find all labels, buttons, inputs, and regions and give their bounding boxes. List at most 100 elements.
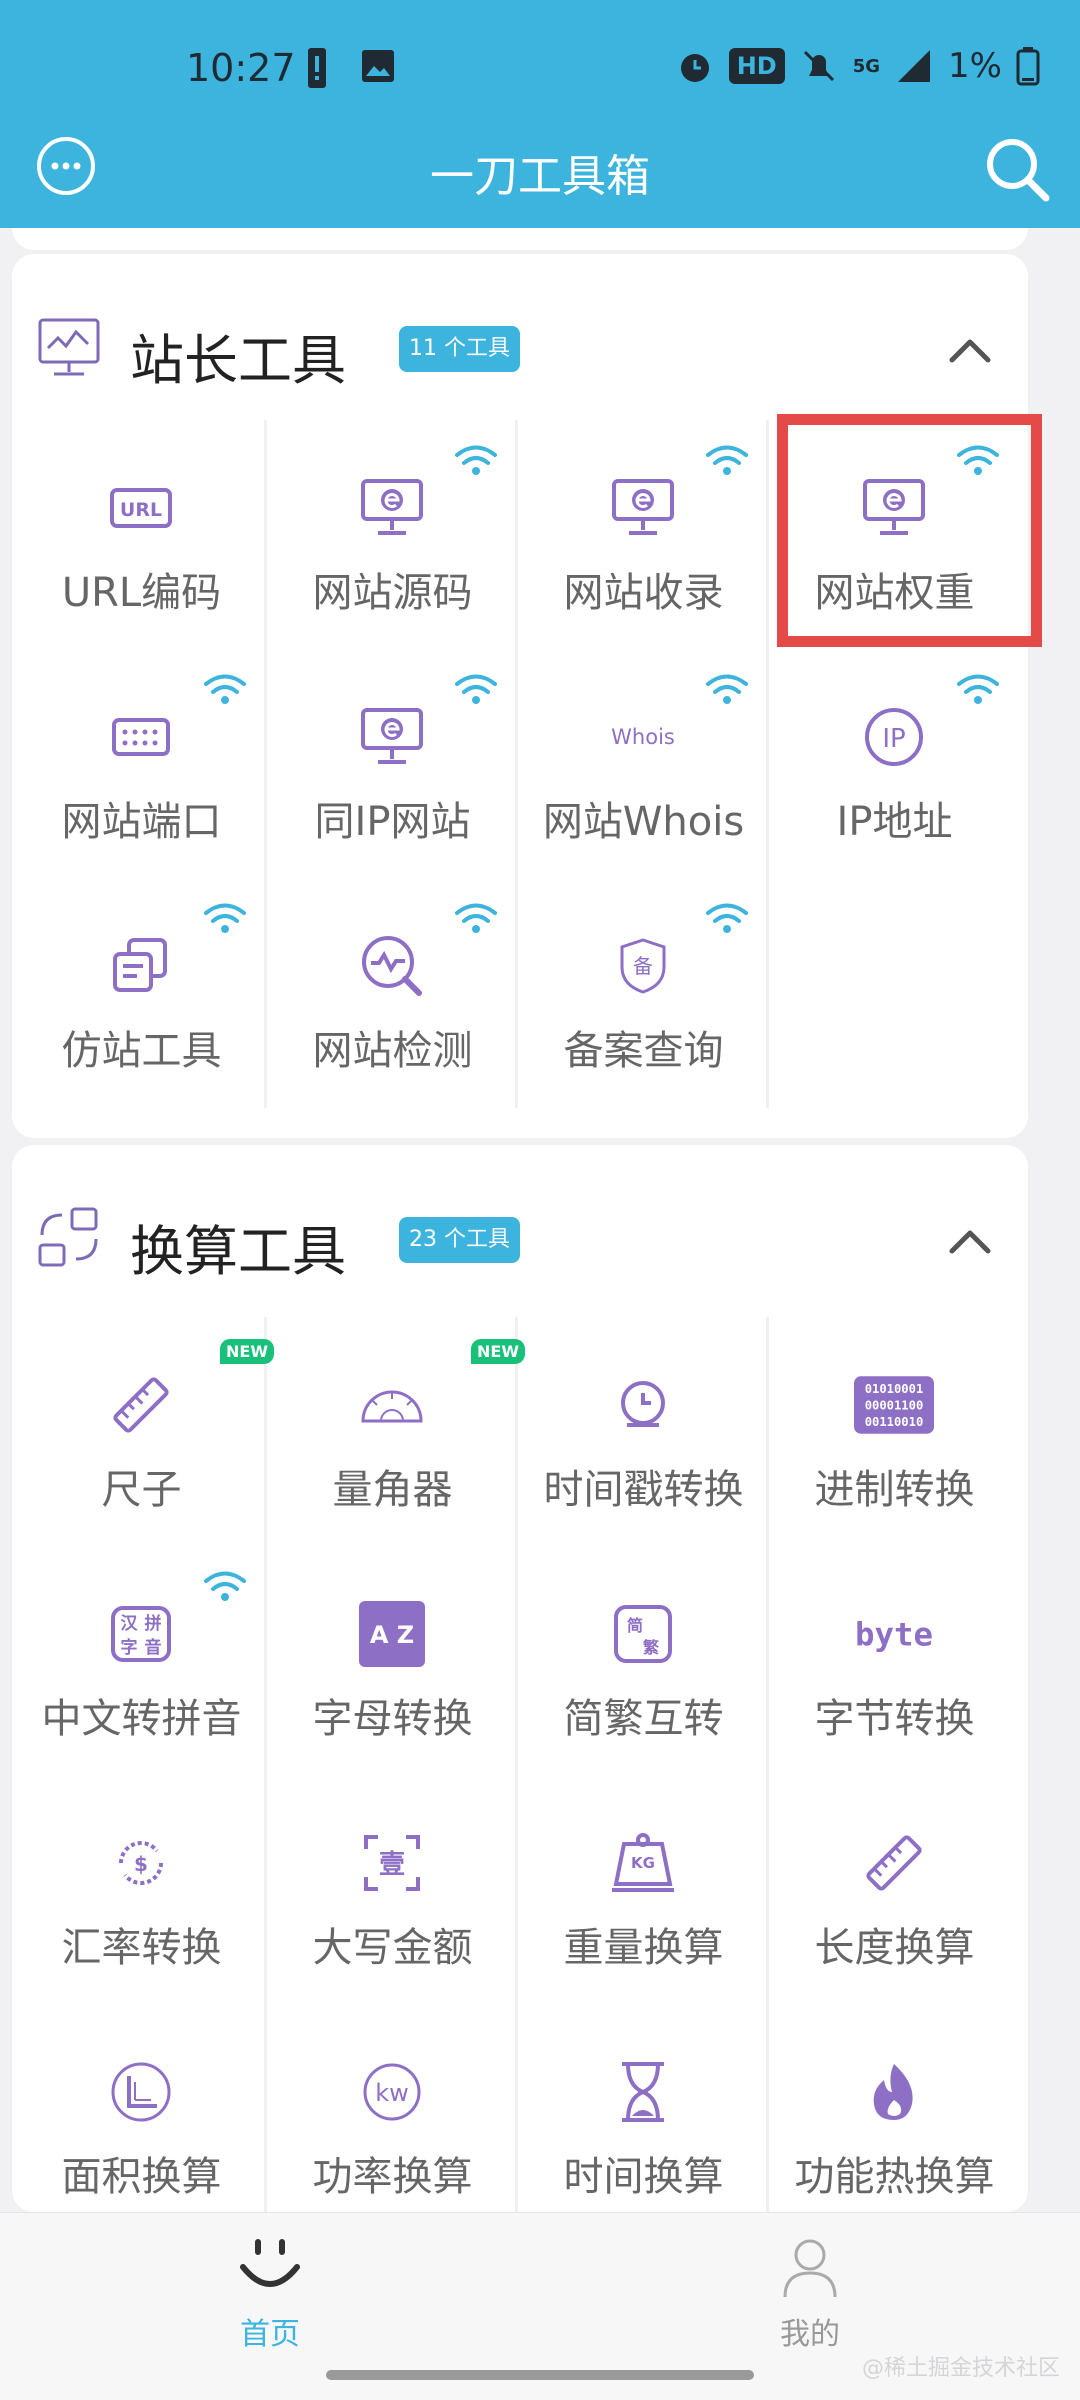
nav-profile-label: 我的: [780, 2317, 840, 2352]
alarm-icon: [680, 54, 709, 82]
tool-item[interactable]: URL URL编码: [16, 420, 267, 650]
tool-item[interactable]: 时间戳转换: [518, 1317, 769, 1547]
tool-item[interactable]: 仿站工具: [16, 878, 267, 1108]
tool-label: 字节转换: [814, 1696, 975, 1742]
search-button[interactable]: [982, 134, 1052, 204]
image-icon: [362, 50, 394, 82]
svg-text:IP: IP: [882, 724, 905, 754]
tool-item[interactable]: kw 功率换算: [267, 2004, 518, 2212]
monitor-e-icon: [352, 468, 432, 548]
tool-item[interactable]: A Z 字母转换: [267, 1546, 518, 1776]
currency-icon: $: [101, 1823, 181, 1903]
tool-label: 功率换算: [312, 2154, 473, 2200]
app-bar: 一刀工具箱: [0, 118, 1080, 218]
whois-icon: Whois: [603, 697, 683, 777]
tool-item[interactable]: 网站源码: [267, 420, 518, 650]
svg-text:简: 简: [627, 1616, 643, 1635]
section-title: 换算工具: [130, 1220, 346, 1283]
svg-text:$: $: [134, 1852, 148, 1876]
monitor-e-icon: [352, 697, 432, 777]
svg-text:00110010: 00110010: [865, 1415, 924, 1429]
tool-item[interactable]: $ 汇率转换: [16, 1775, 267, 2005]
tool-item[interactable]: Whois 网站Whois: [518, 649, 769, 879]
nav-home[interactable]: 首页: [170, 2231, 370, 2352]
tool-item[interactable]: IP IP地址: [769, 649, 1020, 879]
tool-item[interactable]: 汉拼字音中文转拼音: [16, 1546, 267, 1776]
app-title: 一刀工具箱: [430, 151, 650, 202]
tool-label: 仿站工具: [61, 1028, 222, 1074]
tool-item[interactable]: 备备案查询: [518, 878, 769, 1108]
convert-icon: [38, 1207, 98, 1267]
section-header[interactable]: 换算工具 23 个工具: [12, 1145, 1028, 1305]
hourglass-icon: [603, 2052, 683, 2132]
tool-label: 简繁互转: [563, 1696, 724, 1742]
tool-item[interactable]: 尺子 NEW: [16, 1317, 274, 1547]
wifi-icon: [955, 671, 1001, 707]
binary-icon: 01010001 00001100 00110010: [854, 1365, 934, 1445]
svg-text:音: 音: [145, 1637, 162, 1658]
tool-label: 网站收录: [563, 570, 724, 616]
tool-label: 网站源码: [312, 570, 473, 616]
tool-label: 中文转拼音: [41, 1696, 242, 1742]
collapse-chevron-icon[interactable]: [946, 330, 994, 370]
tool-label: 字母转换: [312, 1696, 473, 1742]
tool-label: IP地址: [836, 799, 953, 845]
tool-item[interactable]: 01010001 00001100 00110010 进制转换: [769, 1317, 1020, 1547]
tool-item[interactable]: 功能热换算: [769, 2004, 1020, 2212]
wifi-icon: [453, 900, 499, 936]
hd-badge: HD: [728, 48, 785, 84]
tool-item[interactable]: 简繁简繁互转: [518, 1546, 769, 1776]
tool-label: 量角器: [332, 1467, 453, 1513]
svg-text:壹: 壹: [379, 1850, 405, 1880]
section-header[interactable]: 站长工具 11 个工具: [12, 254, 1028, 414]
svg-text:字: 字: [121, 1637, 138, 1658]
tool-item[interactable]: 网站检测: [267, 878, 518, 1108]
status-right: HD 5G 1%: [675, 46, 1040, 86]
clock-icon: [603, 1365, 683, 1445]
tool-label: 大写金额: [312, 1925, 473, 1971]
svg-text:Whois: Whois: [611, 725, 675, 749]
tool-item[interactable]: byte 字节转换: [769, 1546, 1020, 1776]
wifi-icon: [453, 442, 499, 478]
wifi-icon: [704, 900, 750, 936]
tool-item[interactable]: 时间换算: [518, 2004, 769, 2212]
svg-text:01010001: 01010001: [865, 1382, 924, 1396]
tool-grid: 尺子 NEW 量角器 NEW 时间戳转换 01010001 00001100 00110010…: [12, 1317, 1028, 2212]
bell-muted-icon: [803, 50, 834, 82]
ip-icon: IP: [854, 697, 934, 777]
tool-item[interactable]: 网站收录: [518, 420, 769, 650]
url-icon: URL: [101, 468, 181, 548]
svg-text:kw: kw: [375, 2079, 409, 2107]
top-bar: 10:27 HD 5G 1% 一刀工具箱: [0, 0, 1080, 228]
tool-label: 尺子: [101, 1467, 182, 1513]
az-icon: A Z: [352, 1594, 432, 1674]
signal-icon: [898, 50, 931, 82]
monitor-e-icon: [603, 468, 683, 548]
nav-home-label: 首页: [240, 2317, 300, 2352]
home-indicator[interactable]: [326, 2370, 754, 2380]
highlight-box: [777, 414, 1042, 647]
tool-item[interactable]: 同IP网站: [267, 649, 518, 879]
fire-icon: [854, 2052, 934, 2132]
capital-amount-icon: 壹: [352, 1823, 432, 1903]
smile-home-icon: [240, 2239, 300, 2287]
collapse-chevron-icon[interactable]: [946, 1221, 994, 1261]
tool-item[interactable]: 量角器 NEW: [267, 1317, 525, 1547]
wifi-icon: [202, 900, 248, 936]
tool-label: 网站检测: [312, 1028, 473, 1074]
nav-profile[interactable]: 我的: [710, 2231, 910, 2352]
tool-item[interactable]: 长度换算: [769, 1775, 1020, 2005]
tool-item[interactable]: 面积换算: [16, 2004, 267, 2212]
wifi-icon: [704, 442, 750, 478]
tool-label: 网站端口: [61, 799, 222, 845]
wifi-icon: [202, 671, 248, 707]
tool-label: 汇率转换: [61, 1925, 222, 1971]
tool-label: 面积换算: [61, 2154, 222, 2200]
tool-item[interactable]: KG 重量换算: [518, 1775, 769, 2005]
tool-label: 备案查询: [563, 1028, 724, 1074]
wifi-icon: [453, 671, 499, 707]
tool-item[interactable]: 壹大写金额: [267, 1775, 518, 2005]
tool-item[interactable]: 网站端口: [16, 649, 267, 879]
ruler-icon: [101, 1365, 181, 1445]
keyboard-icon: [101, 697, 181, 777]
